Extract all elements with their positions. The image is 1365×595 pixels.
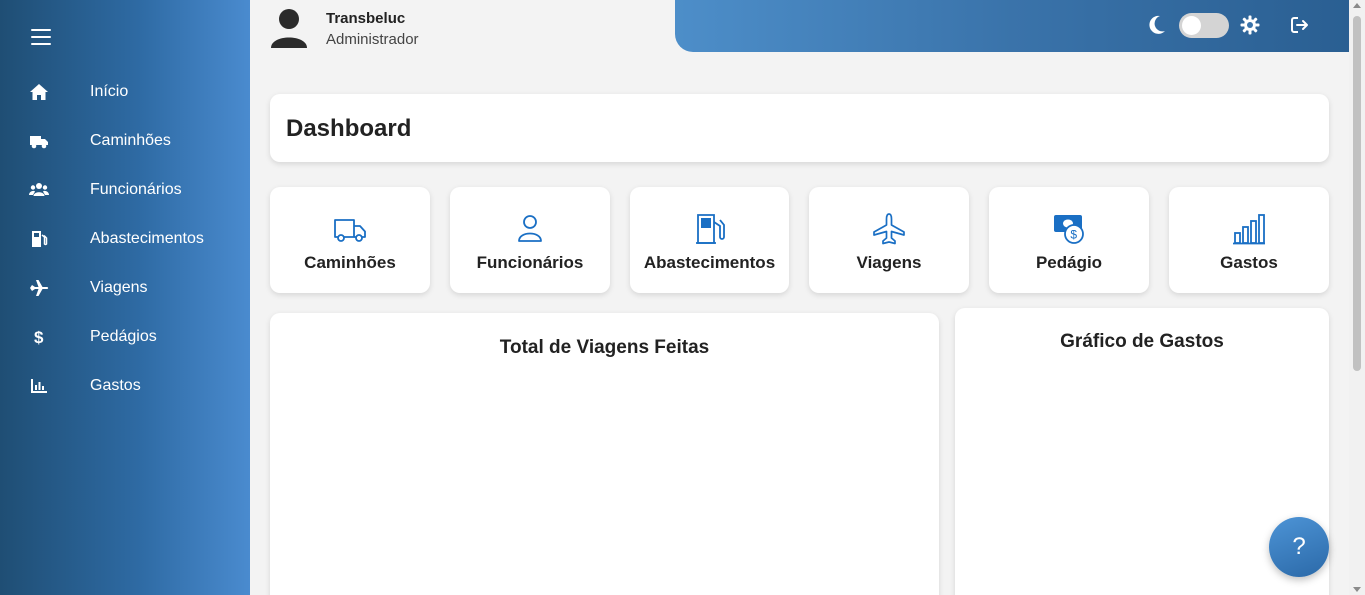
sidebar-item-abastecimentos[interactable]: Abastecimentos — [0, 214, 250, 263]
scroll-up-icon[interactable] — [1353, 3, 1361, 8]
quick-link-gastos[interactable]: Gastos — [1169, 187, 1329, 293]
sidebar-item-label: Gastos — [90, 376, 141, 394]
quick-link-pedagio[interactable]: $ Pedágio — [989, 187, 1149, 293]
person-icon — [512, 213, 548, 245]
sidebar-item-funcionarios[interactable]: Funcionários — [0, 165, 250, 214]
quick-link-label: Abastecimentos — [643, 253, 776, 272]
toggle-knob — [1182, 16, 1201, 35]
plane-icon — [29, 278, 49, 298]
settings-gear-icon[interactable] — [1240, 15, 1260, 35]
sidebar-item-label: Funcionários — [90, 180, 182, 198]
dollar-icon: $ — [29, 327, 49, 347]
user-name: Transbeluc — [326, 10, 406, 27]
user-avatar-icon — [270, 8, 308, 48]
sidebar-nav: Início Caminhões Funcionários Abastecime… — [0, 67, 250, 410]
help-button[interactable]: ? — [1269, 517, 1329, 577]
svg-text:$: $ — [1070, 228, 1077, 242]
fuel-station-icon — [692, 213, 728, 245]
trips-chart-panel: Total de Viagens Feitas — [270, 313, 939, 595]
scrollbar-thumb[interactable] — [1353, 16, 1361, 371]
sidebar-item-viagens[interactable]: Viagens — [0, 263, 250, 312]
sidebar: Início Caminhões Funcionários Abastecime… — [0, 0, 250, 595]
scroll-down-icon[interactable] — [1353, 587, 1361, 592]
sidebar-item-label: Caminhões — [90, 131, 171, 149]
moon-icon — [1148, 15, 1166, 35]
user-role: Administrador — [326, 31, 419, 48]
quick-link-label: Gastos — [1220, 253, 1278, 272]
truck-icon — [29, 131, 49, 151]
home-icon — [29, 82, 49, 102]
sidebar-item-caminhoes[interactable]: Caminhões — [0, 116, 250, 165]
bar-chart-icon — [29, 376, 49, 396]
quick-link-label: Funcionários — [476, 253, 584, 272]
expenses-chart-title: Gráfico de Gastos — [1060, 331, 1224, 352]
quick-link-caminhoes[interactable]: Caminhões — [270, 187, 430, 293]
sidebar-item-label: Início — [90, 82, 129, 100]
money-icon: $ — [1051, 213, 1087, 245]
dashboard-header-card: Dashboard — [270, 94, 1329, 162]
sidebar-item-label: Viagens — [90, 278, 148, 296]
gas-pump-icon — [29, 229, 49, 249]
theme-toggle[interactable] — [1179, 13, 1229, 38]
page-title: Dashboard — [286, 115, 412, 142]
quick-link-funcionarios[interactable]: Funcionários — [450, 187, 610, 293]
quick-link-label: Caminhões — [304, 253, 396, 272]
airplane-icon — [871, 213, 907, 245]
quick-link-abastecimentos[interactable]: Abastecimentos — [630, 187, 789, 293]
quick-link-label: Pedágio — [1035, 253, 1103, 272]
sidebar-item-gastos[interactable]: Gastos — [0, 361, 250, 410]
svg-text:$: $ — [34, 328, 44, 347]
page-scrollbar[interactable] — [1349, 0, 1365, 595]
quick-link-viagens[interactable]: Viagens — [809, 187, 969, 293]
sidebar-item-pedagios[interactable]: $ Pedágios — [0, 312, 250, 361]
trips-chart-title: Total de Viagens Feitas — [499, 337, 710, 358]
logout-icon[interactable] — [1290, 15, 1310, 35]
truck-icon — [332, 213, 368, 245]
quick-link-label: Viagens — [856, 253, 922, 272]
users-icon — [29, 180, 49, 200]
sidebar-item-inicio[interactable]: Início — [0, 67, 250, 116]
sidebar-item-label: Pedágios — [90, 327, 157, 345]
menu-toggle-icon[interactable] — [28, 24, 54, 48]
sidebar-item-label: Abastecimentos — [90, 229, 204, 247]
bar-chart-icon — [1231, 213, 1267, 245]
